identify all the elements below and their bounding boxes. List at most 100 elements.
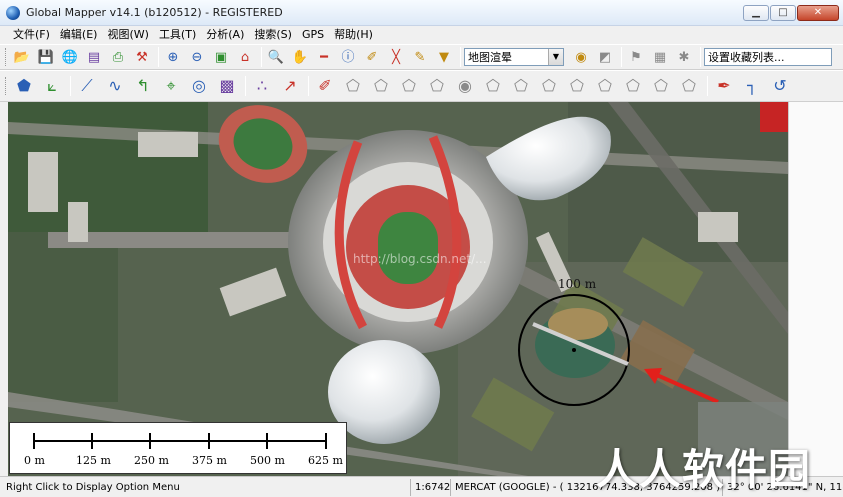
satellite-image (8, 102, 788, 476)
tools-icon[interactable]: ⚒ (131, 46, 153, 68)
menu-edit[interactable]: 编辑(E) (55, 26, 103, 44)
main-toolbar: 📂 💾 🌐 ▤ ⎙ ⚒ ⊕ ⊖ ▣ ⌂ 🔍 ✋ ━ ⓘ ✐ ╳ ✎ ▼ 地图渲晕… (0, 44, 843, 70)
open-folder-icon[interactable]: 📂 (11, 46, 33, 68)
home-icon[interactable]: ⌂ (234, 46, 256, 68)
close-icon: ✕ (813, 7, 823, 18)
binoculars-icon[interactable]: ◉ (570, 46, 592, 68)
zoom-out-icon[interactable]: ⊖ (186, 46, 208, 68)
status-scale: 1:6742 (410, 478, 450, 496)
globe-icon[interactable]: 🌐 (59, 46, 81, 68)
select-points-icon[interactable]: ∴ (249, 73, 275, 99)
map-right-panel (788, 102, 843, 476)
toolbar-separator (70, 76, 71, 96)
window-title: Global Mapper v14.1 (b120512) - REGISTER… (26, 6, 283, 19)
menu-help[interactable]: 帮助(H) (329, 26, 378, 44)
chevron-down-icon[interactable]: ▼ (548, 49, 563, 65)
site-watermark: 人人软件园 (596, 445, 812, 494)
create-line-2-icon[interactable]: ⟋ (74, 73, 100, 99)
maximize-button[interactable]: □ (770, 5, 796, 21)
toolbar-separator (158, 47, 159, 67)
menu-search[interactable]: 搜索(S) (249, 26, 297, 44)
map-view[interactable]: 100 m http://blog.csdn.net/... 0 m 125 m… (8, 102, 788, 476)
scale-label: 625 m (308, 454, 343, 467)
move-feature-icon[interactable]: ↰ (130, 73, 156, 99)
edit-area-8-icon[interactable]: ⬠ (564, 73, 590, 99)
binoculars-icon-2[interactable]: ◉ (452, 73, 478, 99)
zoom-in-icon[interactable]: ⊕ (162, 46, 184, 68)
buffer-icon[interactable]: ◎ (186, 73, 212, 99)
edit-area-7-icon[interactable]: ⬠ (536, 73, 562, 99)
pen-icon[interactable]: ✒ (711, 73, 737, 99)
rotate-icon[interactable]: ↺ (767, 73, 793, 99)
digitize-area-icon[interactable]: ✐ (312, 73, 338, 99)
favorites-select[interactable]: 设置收藏列表... (704, 48, 832, 66)
menu-gps[interactable]: GPS (297, 26, 329, 44)
toolbar-separator (245, 76, 246, 96)
status-hint: Right Click to Display Option Menu (6, 481, 180, 493)
select-lines-icon[interactable]: ↗ (277, 73, 303, 99)
grid-icon[interactable]: ▩ (214, 73, 240, 99)
edit-area-2-icon[interactable]: ⬠ (368, 73, 394, 99)
toolbar-grip[interactable] (5, 77, 8, 95)
edit-area-6-icon[interactable]: ⬠ (508, 73, 534, 99)
pan-hand-icon[interactable]: ✋ (289, 46, 311, 68)
create-area-icon[interactable]: ⬟ (11, 73, 37, 99)
save-icon[interactable]: 💾 (35, 46, 57, 68)
feature-edit-icon[interactable]: ✎ (409, 46, 431, 68)
print-icon[interactable]: ⎙ (107, 46, 129, 68)
toolbar-grip[interactable] (5, 48, 8, 66)
measure-icon[interactable]: ━ (313, 46, 335, 68)
layers-icon[interactable]: ▤ (83, 46, 105, 68)
maximize-icon: □ (778, 7, 788, 18)
menu-file[interactable]: 文件(F) (8, 26, 55, 44)
toolbar-separator (460, 47, 461, 67)
render-mode-select[interactable]: 地图渲晕 ▼ (464, 48, 564, 66)
create-line-icon[interactable]: ⟀ (39, 73, 65, 99)
menu-tools[interactable]: 工具(T) (154, 26, 201, 44)
toolbar-separator (308, 76, 309, 96)
scale-label: 125 m (76, 454, 111, 467)
measure-label: 100 m (558, 277, 597, 291)
path-profile-icon[interactable]: ╳ (385, 46, 407, 68)
magnify-icon[interactable]: 🔍 (265, 46, 287, 68)
scale-label: 250 m (134, 454, 169, 467)
edit-area-11-icon[interactable]: ⬠ (648, 73, 674, 99)
scale-label: 0 m (24, 454, 45, 467)
map-left-border (0, 102, 8, 476)
toolbar-separator (261, 47, 262, 67)
scale-bar: 0 m 125 m 250 m 375 m 500 m 625 m (9, 422, 347, 474)
gps-settings-icon[interactable]: ✱ (673, 46, 695, 68)
draw-line-icon[interactable]: ┐ (739, 73, 765, 99)
menu-bar: 文件(F) 编辑(E) 视图(W) 工具(T) 分析(A) 搜索(S) GPS … (0, 26, 843, 44)
minimize-button[interactable]: ▁ (743, 5, 769, 21)
edit-area-12-icon[interactable]: ⬠ (676, 73, 702, 99)
render-mode-value: 地图渲晕 (468, 51, 512, 64)
edit-area-3-icon[interactable]: ⬠ (396, 73, 422, 99)
edit-vertex-icon[interactable]: ∿ (102, 73, 128, 99)
view-shed-icon[interactable]: ▼ (433, 46, 455, 68)
scale-bar-graphic (33, 433, 327, 449)
favorites-value: 设置收藏列表... (708, 51, 785, 64)
edit-area-9-icon[interactable]: ⬠ (592, 73, 618, 99)
edit-area-5-icon[interactable]: ⬠ (480, 73, 506, 99)
edit-area-4-icon[interactable]: ⬠ (424, 73, 450, 99)
title-bar: Global Mapper v14.1 (b120512) - REGISTER… (0, 0, 843, 26)
scale-label: 375 m (192, 454, 227, 467)
coord-icon[interactable]: ⌖ (158, 73, 184, 99)
toolbar-separator (707, 76, 708, 96)
edit-area-1-icon[interactable]: ⬠ (340, 73, 366, 99)
3d-view-icon[interactable]: ◩ (594, 46, 616, 68)
blog-watermark: http://blog.csdn.net/... (353, 252, 487, 266)
edit-area-10-icon[interactable]: ⬠ (620, 73, 646, 99)
close-button[interactable]: ✕ (797, 5, 839, 21)
scale-label: 500 m (250, 454, 285, 467)
gps-icon[interactable]: ⚑ (625, 46, 647, 68)
full-view-icon[interactable]: ▣ (210, 46, 232, 68)
menu-analysis[interactable]: 分析(A) (201, 26, 249, 44)
digitize-icon[interactable]: ✐ (361, 46, 383, 68)
global-mapper-app-icon[interactable] (6, 6, 20, 20)
minimize-icon: ▁ (752, 7, 760, 18)
info-icon[interactable]: ⓘ (337, 46, 359, 68)
gps-track-icon[interactable]: ▦ (649, 46, 671, 68)
menu-view[interactable]: 视图(W) (102, 26, 153, 44)
